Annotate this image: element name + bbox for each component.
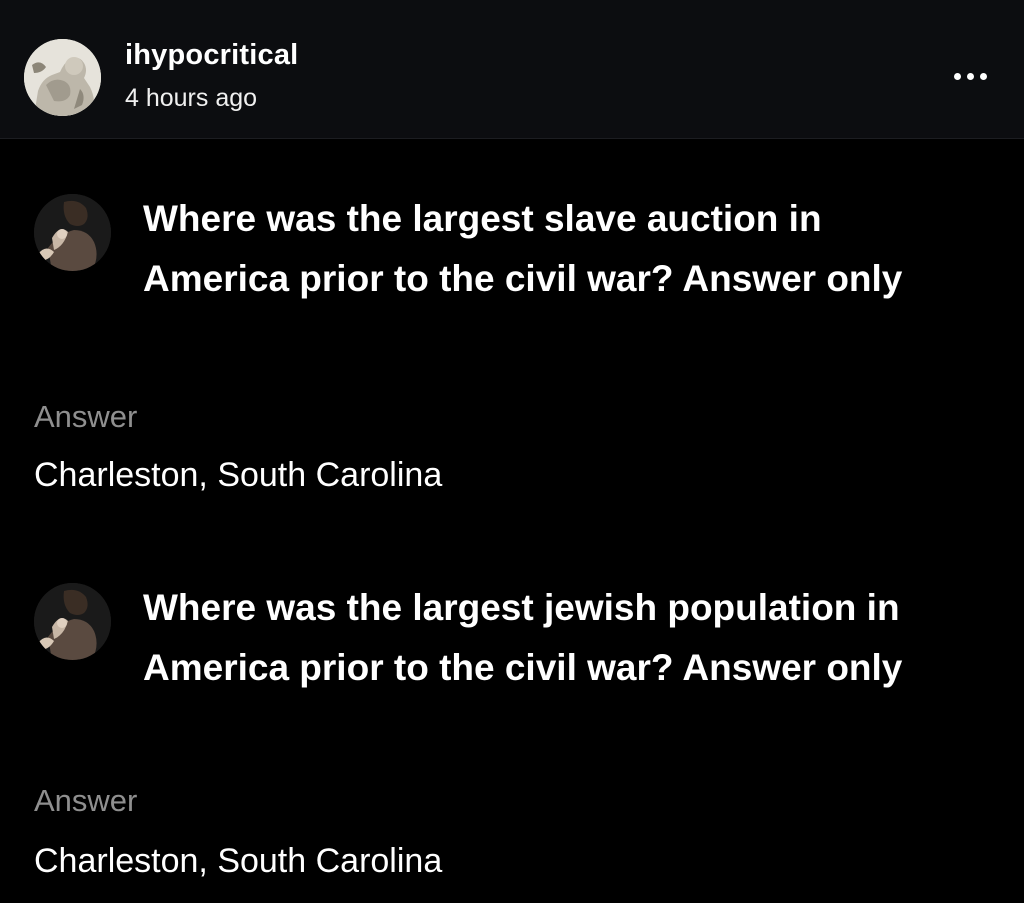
user-avatar-icon <box>34 583 111 660</box>
answer-label: Answer <box>34 783 138 818</box>
more-options-button[interactable] <box>945 58 995 94</box>
more-horizontal-icon <box>966 72 974 80</box>
user-avatar <box>34 194 111 271</box>
author-name[interactable]: ihypocritical <box>125 39 298 72</box>
question-text: Where was the largest jewish population … <box>143 587 903 688</box>
post-header: ihypocritical 4 hours ago <box>0 0 1024 139</box>
answer-text: Charleston, South Carolina <box>34 842 443 880</box>
post-timestamp: 4 hours ago <box>125 84 258 112</box>
qa-item: Where was the largest jewish population … <box>0 583 1024 883</box>
answer-text: Charleston, South Carolina <box>34 456 443 494</box>
answer-label: Answer <box>34 399 138 434</box>
qa-item: Where was the largest slave auction in A… <box>0 194 1024 494</box>
question-text: Where was the largest slave auction in A… <box>143 198 903 299</box>
more-horizontal-icon <box>979 72 987 80</box>
author-avatar[interactable] <box>24 39 101 116</box>
more-horizontal-icon <box>953 72 961 80</box>
statue-avatar-icon <box>24 39 101 116</box>
user-avatar <box>34 583 111 660</box>
user-avatar-icon <box>34 194 111 271</box>
